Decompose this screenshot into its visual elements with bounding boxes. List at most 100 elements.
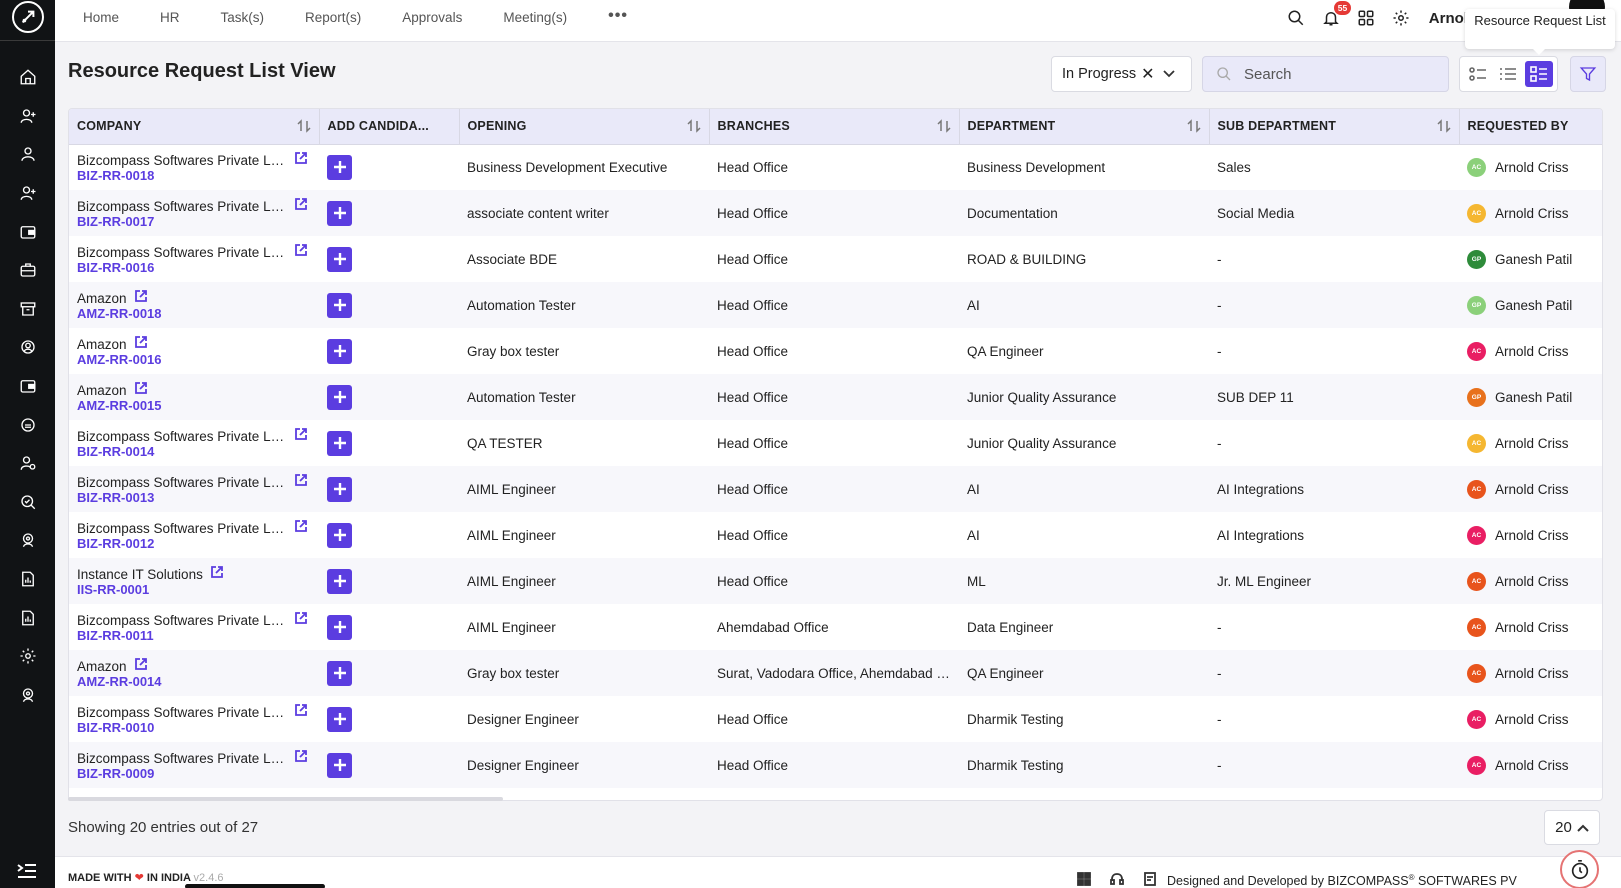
request-code-link[interactable]: AMZ-RR-0015 (77, 398, 319, 413)
column-header-company[interactable]: COMPANY (69, 109, 320, 145)
add-candidate-button[interactable] (327, 706, 352, 732)
nav-home[interactable]: Home (83, 10, 119, 25)
external-link-icon[interactable] (295, 612, 307, 624)
sidebar-item-home[interactable] (0, 58, 55, 97)
sidebar-item-archive[interactable] (0, 290, 55, 329)
sidebar-item-support[interactable] (0, 521, 55, 560)
add-candidate-button[interactable] (327, 522, 352, 548)
clear-filter-icon[interactable]: ✕ (1141, 64, 1154, 84)
sidebar-item-user-settings[interactable] (0, 444, 55, 483)
external-link-icon[interactable] (295, 428, 307, 440)
chevron-down-icon[interactable] (1162, 70, 1175, 78)
search-field[interactable] (1202, 56, 1449, 92)
add-candidate-button[interactable] (327, 568, 352, 594)
table-row[interactable]: Amazon AMZ-RR-0015 Automation Tester Hea… (69, 374, 1602, 420)
table-row[interactable]: Amazon AMZ-RR-0018 Automation Tester Hea… (69, 282, 1602, 328)
sort-icon[interactable] (1186, 119, 1201, 133)
request-code-link[interactable]: AMZ-RR-0014 (77, 674, 319, 689)
apps-grid-button[interactable] (1349, 0, 1384, 36)
add-candidate-button[interactable] (327, 292, 352, 318)
horizontal-scrollbar[interactable] (68, 797, 503, 801)
nav-reports[interactable]: Report(s) (305, 10, 361, 25)
timer-button[interactable] (1560, 850, 1599, 888)
sidebar-item-help[interactable] (0, 676, 55, 715)
headset-icon[interactable] (1100, 872, 1133, 886)
notifications-button[interactable]: 55 (1314, 0, 1352, 36)
external-link-icon[interactable] (134, 336, 147, 348)
external-link-icon[interactable] (134, 290, 147, 302)
column-header-department[interactable]: DEPARTMENT (959, 109, 1210, 145)
table-row[interactable]: Bizcompass Softwares Private Limited BIZ… (69, 144, 1602, 190)
sidebar-item-documents[interactable] (0, 598, 55, 637)
request-code-link[interactable]: BIZ-RR-0010 (77, 720, 319, 735)
nav-approvals[interactable]: Approvals (402, 10, 462, 25)
request-code-link[interactable]: IIS-RR-0001 (77, 582, 319, 597)
page-size-select[interactable]: 20 (1544, 810, 1600, 845)
sidebar-item-team[interactable] (0, 328, 55, 367)
request-code-link[interactable]: BIZ-RR-0016 (77, 260, 319, 275)
table-row[interactable]: Bizcompass Softwares Private Limited BIZ… (69, 420, 1602, 466)
external-link-icon[interactable] (210, 566, 223, 578)
table-row[interactable]: Bizcompass Softwares Private Limited BIZ… (69, 466, 1602, 512)
external-link-icon[interactable] (295, 474, 307, 486)
request-code-link[interactable]: BIZ-RR-0011 (77, 628, 319, 643)
add-candidate-button[interactable] (327, 430, 352, 456)
settings-button[interactable] (1384, 0, 1419, 36)
table-row[interactable]: Bizcompass Softwares Private Limited BIZ… (69, 512, 1602, 558)
sidebar-item-payroll[interactable] (0, 367, 55, 406)
column-header-add-candidate[interactable]: ADD CANDIDA... (319, 109, 460, 145)
add-candidate-button[interactable] (327, 246, 352, 272)
sort-icon[interactable] (936, 119, 951, 133)
sidebar-item-recruit[interactable] (0, 174, 55, 213)
add-candidate-button[interactable] (327, 384, 352, 410)
external-link-icon[interactable] (134, 658, 147, 670)
add-candidate-button[interactable] (327, 752, 352, 778)
global-search-button[interactable] (1279, 0, 1314, 36)
table-row[interactable]: Amazon AMZ-RR-0016 Gray box tester Head … (69, 328, 1602, 374)
search-input[interactable] (1244, 65, 1434, 83)
column-header-branches[interactable]: BRANCHES (709, 109, 960, 145)
request-code-link[interactable]: BIZ-RR-0013 (77, 490, 319, 505)
nav-meetings[interactable]: Meeting(s) (503, 10, 567, 25)
filter-button[interactable] (1570, 56, 1606, 92)
external-link-icon[interactable] (295, 152, 307, 165)
request-code-link[interactable]: BIZ-RR-0018 (77, 168, 319, 183)
table-row[interactable]: Bizcompass Softwares Private Limited BIZ… (69, 604, 1602, 650)
table-row[interactable]: Bizcompass Softwares Private Limited BIZ… (69, 696, 1602, 742)
request-code-link[interactable]: BIZ-RR-0009 (77, 766, 319, 781)
sort-icon[interactable] (296, 119, 311, 133)
sidebar-item-settings[interactable] (0, 637, 55, 676)
sidebar-item-briefcase[interactable] (0, 251, 55, 290)
table-row[interactable]: Bizcompass Softwares Private Limited BIZ… (69, 742, 1602, 788)
request-code-link[interactable]: AMZ-RR-0016 (77, 352, 319, 367)
sidebar-item-inbox[interactable] (0, 405, 55, 444)
table-row[interactable]: Amazon AMZ-RR-0014 Gray box tester Surat… (69, 650, 1602, 696)
nav-hr[interactable]: HR (160, 10, 180, 25)
sidebar-collapse-toggle[interactable] (17, 863, 37, 884)
sidebar-item-add-user[interactable] (0, 97, 55, 136)
sidebar-item-search-people[interactable] (0, 483, 55, 522)
sort-icon[interactable] (686, 119, 701, 133)
request-code-link[interactable]: AMZ-RR-0018 (77, 306, 319, 321)
external-link-icon[interactable] (134, 382, 147, 394)
view-table-button[interactable] (1524, 61, 1553, 87)
request-code-link[interactable]: BIZ-RR-0014 (77, 444, 319, 459)
view-list-button[interactable] (1494, 61, 1522, 87)
request-code-link[interactable]: BIZ-RR-0012 (77, 536, 319, 551)
add-candidate-button[interactable] (327, 338, 352, 364)
nav-more-menu[interactable]: ••• (608, 7, 628, 25)
nav-tasks[interactable]: Task(s) (221, 10, 265, 25)
status-filter-select[interactable]: In Progress ✕ (1051, 56, 1192, 92)
table-row[interactable]: Bizcompass Softwares Private Limited BIZ… (69, 190, 1602, 236)
view-card-list-button[interactable] (1464, 61, 1492, 87)
add-candidate-button[interactable] (327, 200, 352, 226)
add-candidate-button[interactable] (327, 614, 352, 640)
add-candidate-button[interactable] (327, 660, 352, 686)
app-logo[interactable] (11, 1, 44, 33)
external-link-icon[interactable] (295, 244, 307, 256)
sidebar-item-profile[interactable] (0, 135, 55, 174)
request-code-link[interactable]: BIZ-RR-0017 (77, 214, 319, 229)
external-link-icon[interactable] (295, 704, 307, 716)
external-link-icon[interactable] (295, 750, 307, 762)
add-candidate-button[interactable] (327, 476, 352, 502)
